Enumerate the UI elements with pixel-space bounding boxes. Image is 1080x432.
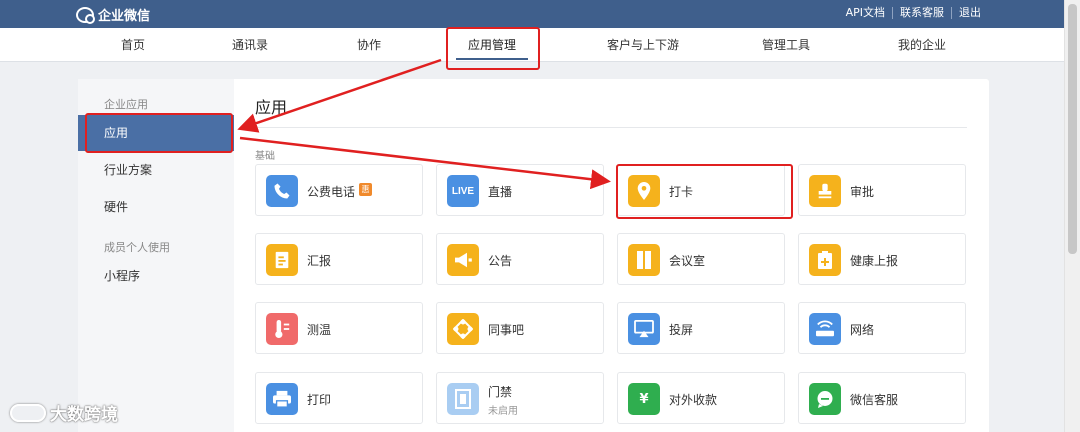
- contact-support-link[interactable]: 联系客服: [892, 7, 951, 19]
- main-nav: 首页 通讯录 协作 应用管理 客户与上下游 管理工具 我的企业: [0, 28, 1064, 62]
- app-name: 同事吧: [488, 323, 525, 337]
- discount-badge: 惠: [359, 183, 372, 196]
- app-card-network[interactable]: 网络: [798, 302, 966, 354]
- app-name: 直播: [488, 185, 513, 199]
- app-card-report[interactable]: 汇报: [255, 233, 423, 285]
- app-card-temperature[interactable]: 测温: [255, 302, 423, 354]
- sidebar-group-personal: 成员个人使用: [104, 241, 170, 254]
- app-name: 打卡: [669, 185, 694, 199]
- app-card-public-phone[interactable]: 公费电话 惠: [255, 164, 423, 216]
- nav-collaboration[interactable]: 协作: [348, 28, 390, 62]
- logo-text: 企业微信: [98, 9, 151, 24]
- app-card-screen-cast[interactable]: 投屏: [617, 302, 785, 354]
- watermark: 大数跨境: [10, 400, 118, 425]
- nav-customers[interactable]: 客户与上下游: [598, 28, 688, 62]
- nav-management-tools[interactable]: 管理工具: [754, 28, 818, 62]
- megaphone-icon: [447, 244, 479, 276]
- app-card-health-report[interactable]: 健康上报: [798, 233, 966, 285]
- sidebar-item-hardware[interactable]: 硬件: [78, 189, 234, 225]
- title-divider: [255, 127, 967, 128]
- vertical-scrollbar[interactable]: [1064, 0, 1080, 432]
- page-title: 应用: [255, 98, 288, 117]
- sidebar: 企业应用 应用 行业方案 硬件 成员个人使用 小程序: [78, 79, 234, 432]
- app-card-colleague-bar[interactable]: 同事吧: [436, 302, 604, 354]
- app-name: 公告: [488, 254, 513, 268]
- nav-home[interactable]: 首页: [112, 28, 154, 62]
- door-icon: [628, 244, 660, 276]
- wecom-logo-icon: [76, 6, 95, 24]
- app-name: 对外收款: [669, 393, 718, 407]
- chat-bubble-icon: [809, 383, 841, 415]
- screen-cast-icon: [628, 313, 660, 345]
- nav-my-enterprise[interactable]: 我的企业: [890, 28, 954, 62]
- app-card-wechat-service[interactable]: 微信客服: [798, 372, 966, 424]
- logo[interactable]: 企业微信: [76, 5, 150, 24]
- app-status: 未启用: [488, 406, 518, 417]
- sidebar-group-enterprise-apps: 企业应用: [104, 98, 148, 111]
- report-icon: [266, 244, 298, 276]
- app-card-access-control[interactable]: 门禁 未启用: [436, 372, 604, 424]
- sidebar-item-apps[interactable]: 应用: [78, 115, 234, 151]
- watermark-text: 大数跨境: [50, 405, 118, 425]
- section-label-basic: 基础: [255, 151, 275, 162]
- access-door-icon: [447, 383, 479, 415]
- api-docs-link[interactable]: API文档: [839, 7, 892, 19]
- app-card-announcement[interactable]: 公告: [436, 233, 604, 285]
- sidebar-item-mini-programs[interactable]: 小程序: [78, 258, 234, 294]
- app-name: 门禁: [488, 385, 513, 399]
- app-card-live[interactable]: LIVE 直播: [436, 164, 604, 216]
- top-links: API文档 联系客服 退出: [839, 7, 988, 19]
- app-name: 审批: [850, 185, 875, 199]
- app-card-print[interactable]: 打印: [255, 372, 423, 424]
- app-name: 测温: [307, 323, 332, 337]
- app-name: 健康上报: [850, 254, 899, 268]
- live-icon: LIVE: [447, 175, 479, 207]
- watermark-logo-icon: [10, 403, 46, 422]
- sidebar-item-industry-solutions[interactable]: 行业方案: [78, 152, 234, 188]
- wifi-router-icon: [809, 313, 841, 345]
- app-name: 投屏: [669, 323, 694, 337]
- app-name: 网络: [850, 323, 875, 337]
- printer-icon: [266, 383, 298, 415]
- location-pin-icon: [628, 175, 660, 207]
- app-name: 会议室: [669, 254, 706, 268]
- app-name: 汇报: [307, 254, 332, 268]
- stamp-icon: [809, 175, 841, 207]
- app-name: 打印: [307, 393, 332, 407]
- app-name: 微信客服: [850, 393, 899, 407]
- scrollbar-thumb[interactable]: [1068, 4, 1077, 254]
- health-clipboard-icon: [809, 244, 841, 276]
- app-card-meeting-room[interactable]: 会议室: [617, 233, 785, 285]
- network-icon: [447, 313, 479, 345]
- nav-app-management[interactable]: 应用管理: [456, 28, 528, 62]
- logout-link[interactable]: 退出: [951, 7, 988, 19]
- top-bar: 企业微信 API文档 联系客服 退出: [0, 0, 1064, 28]
- app-card-approval[interactable]: 审批: [798, 164, 966, 216]
- nav-contacts[interactable]: 通讯录: [224, 28, 276, 62]
- thermometer-icon: [266, 313, 298, 345]
- phone-icon: [266, 175, 298, 207]
- payment-icon: ¥: [628, 383, 660, 415]
- app-card-external-payment[interactable]: ¥ 对外收款: [617, 372, 785, 424]
- app-name: 公费电话: [307, 185, 356, 199]
- app-card-check-in[interactable]: 打卡: [617, 164, 785, 216]
